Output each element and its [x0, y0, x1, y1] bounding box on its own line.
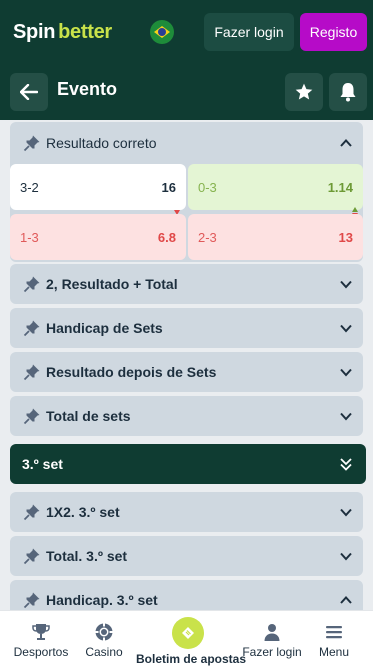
market-total-third-set[interactable]: Total. 3.º set [10, 536, 363, 576]
odd-value: 13 [338, 229, 353, 245]
double-chevron-down-icon [340, 458, 352, 471]
logo-better: better [58, 21, 112, 43]
chevron-down-icon [340, 368, 352, 377]
user-icon [264, 624, 280, 641]
market-title: Total. 3.º set [46, 548, 128, 564]
chevron-down-icon [340, 508, 352, 517]
market-title: Resultado correto [46, 135, 157, 151]
section-title: 3.º set [22, 456, 63, 472]
market-title: 1X2. 3.º set [46, 504, 120, 520]
pin-icon[interactable] [23, 363, 41, 381]
odd-value: 6.8 [157, 229, 176, 245]
market-title: Handicap. 3.º set [46, 592, 158, 608]
section-third-set[interactable]: 3.º set [10, 444, 366, 484]
star-icon [295, 83, 313, 100]
favorite-button[interactable] [285, 73, 323, 111]
market-result-total[interactable]: 2, Resultado + Total [10, 264, 363, 304]
bottom-navigation: Desportos Casino Boletim de apostas Faze… [0, 610, 373, 667]
nav-menu[interactable]: Menu [312, 611, 356, 667]
chevron-down-icon [340, 412, 352, 421]
ticket-icon [172, 617, 204, 649]
trophy-icon [32, 624, 50, 640]
chevron-down-icon [340, 552, 352, 561]
odd-name: 1-3 [20, 229, 39, 245]
logo[interactable]: Spin better [13, 21, 112, 43]
market-set-handicap[interactable]: Handicap de Sets [10, 308, 363, 348]
market-total-sets[interactable]: Total de sets [10, 396, 363, 436]
odd-cell[interactable]: 0-3 1.14 [188, 164, 363, 210]
market-handicap-third-set[interactable]: Handicap. 3.º set [10, 580, 363, 610]
nav-label: Fazer login [242, 645, 302, 659]
odd-cell[interactable]: 2-3 13 [188, 214, 363, 260]
odd-name: 2-3 [198, 229, 217, 245]
login-button[interactable]: Fazer login [204, 13, 294, 51]
logo-spin: Spin [13, 21, 56, 43]
page-title: Evento [57, 79, 118, 99]
chevron-up-icon[interactable] [339, 136, 353, 150]
event-header: Evento [0, 64, 373, 120]
pin-icon[interactable] [23, 407, 41, 425]
odd-name: 3-2 [20, 179, 39, 195]
market-header[interactable]: Resultado correto [10, 122, 363, 164]
market-1x2-third-set[interactable]: 1X2. 3.º set [10, 492, 363, 532]
market-title: 2, Resultado + Total [46, 276, 178, 292]
market-correct-score: Resultado correto 3-2 16 0-3 1.14 1-3 6.… [10, 122, 363, 262]
market-title: Total de sets [46, 408, 131, 424]
pin-icon[interactable] [23, 134, 41, 152]
market-title: Resultado depois de Sets [46, 364, 217, 380]
top-header: Spin better Fazer login Registo [0, 0, 373, 64]
odd-up-arrow-icon [352, 207, 358, 212]
market-result-after-sets[interactable]: Resultado depois de Sets [10, 352, 363, 392]
pin-icon[interactable] [23, 547, 41, 565]
hamburger-menu-icon [326, 626, 342, 639]
nav-label: Menu [318, 645, 350, 659]
odd-name: 0-3 [198, 179, 217, 195]
odd-value: 16 [161, 179, 176, 195]
nav-label: Desportos [13, 645, 69, 659]
nav-label: Casino [85, 645, 123, 659]
pin-icon[interactable] [23, 591, 41, 609]
pin-icon[interactable] [23, 503, 41, 521]
notifications-button[interactable] [329, 73, 367, 111]
odd-cell[interactable]: 3-2 16 [10, 164, 186, 210]
chevron-down-icon [340, 280, 352, 289]
arrow-left-icon [20, 84, 38, 100]
odd-value: 1.14 [327, 179, 353, 195]
nav-login[interactable]: Fazer login [240, 611, 304, 667]
nav-sports[interactable]: Desportos [10, 611, 72, 667]
nav-betslip[interactable]: Boletim de apostas [136, 611, 247, 667]
odd-cell[interactable]: 1-3 6.8 [10, 214, 186, 260]
brazil-flag-icon[interactable] [150, 20, 174, 44]
market-title: Handicap de Sets [46, 320, 163, 336]
pin-icon[interactable] [23, 319, 41, 337]
casino-chip-icon [95, 623, 113, 641]
markets-list: Resultado correto 3-2 16 0-3 1.14 1-3 6.… [0, 120, 373, 610]
nav-label: Boletim de apostas [136, 652, 247, 666]
back-button[interactable] [10, 73, 48, 111]
register-button[interactable]: Registo [300, 13, 367, 51]
chevron-up-icon [340, 596, 352, 604]
pin-icon[interactable] [23, 275, 41, 293]
chevron-down-icon [340, 324, 352, 333]
nav-casino[interactable]: Casino [80, 611, 128, 667]
bell-icon [340, 83, 356, 102]
